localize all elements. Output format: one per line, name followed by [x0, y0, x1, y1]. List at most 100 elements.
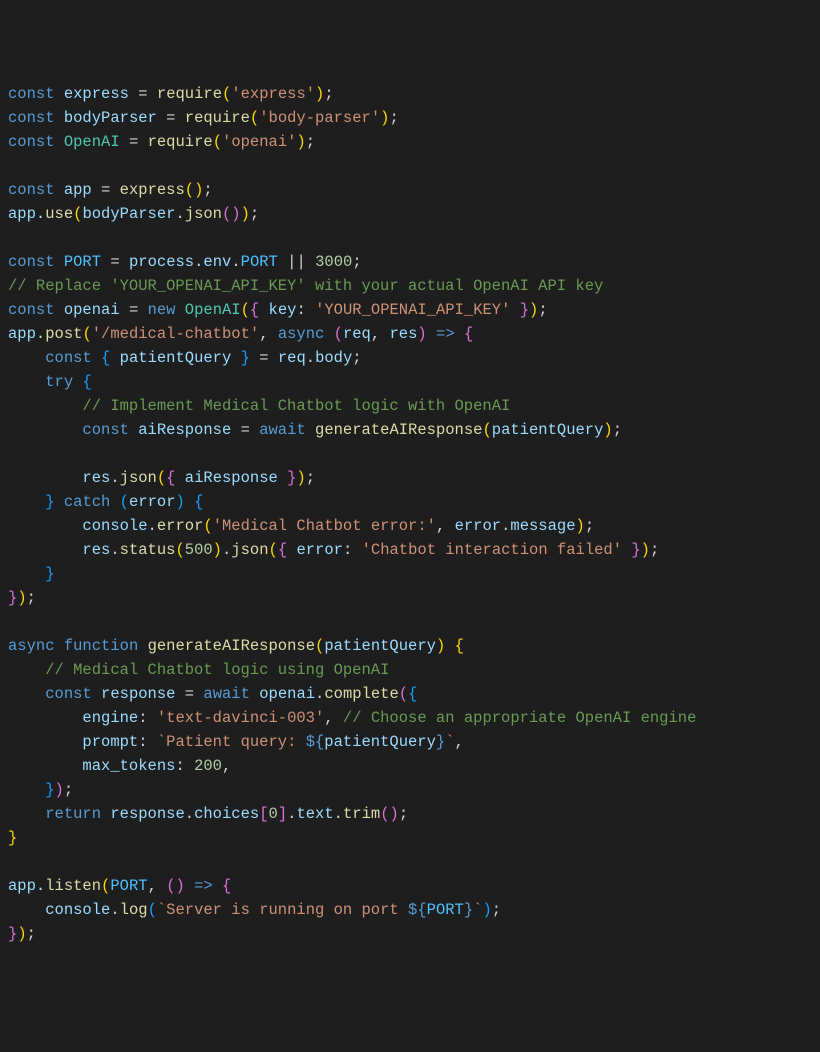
token-pun [55, 253, 64, 271]
token-pun [8, 709, 82, 727]
token-kw: => [194, 877, 213, 895]
token-pun [8, 685, 45, 703]
token-pun [138, 133, 147, 151]
code-line: const PORT = process.env.PORT || 3000; [8, 250, 812, 274]
token-kw: await [259, 421, 306, 439]
token-pun [148, 85, 157, 103]
token-brc: ( [185, 181, 194, 199]
token-var: patientQuery [492, 421, 604, 439]
token-brc: ) [296, 469, 305, 487]
token-op: = [129, 133, 138, 151]
token-str: 'YOUR_OPENAI_API_KEY' [315, 301, 510, 319]
token-fn: post [45, 325, 82, 343]
token-pun [148, 709, 157, 727]
token-var: bodyParser [64, 109, 157, 127]
token-pun: . [175, 205, 184, 223]
token-fn: error [157, 517, 204, 535]
token-pun: : [138, 709, 147, 727]
token-pun [445, 517, 454, 535]
token-pun: . [110, 901, 119, 919]
token-fn: use [45, 205, 73, 223]
token-pun: ; [538, 301, 547, 319]
code-line: try { [8, 370, 812, 394]
token-var: aiResponse [138, 421, 231, 439]
token-num: 500 [185, 541, 213, 559]
token-brc: ) [17, 589, 26, 607]
token-op: = [259, 349, 268, 367]
code-line: async function generateAIResponse(patien… [8, 634, 812, 658]
token-brc2: ) [231, 205, 240, 223]
token-pun [334, 709, 343, 727]
token-pun: ; [650, 541, 659, 559]
token-var: response [101, 685, 175, 703]
token-var: error [129, 493, 176, 511]
token-brc: ) [603, 421, 612, 439]
token-cmt: // Implement Medical Chatbot logic with … [82, 397, 510, 415]
token-kw: await [203, 685, 250, 703]
token-brc: ) [296, 133, 305, 151]
token-pun: : [343, 541, 352, 559]
token-kw: } [436, 733, 445, 751]
token-pun: . [110, 541, 119, 559]
token-pun [138, 301, 147, 319]
token-kw: try [45, 373, 73, 391]
token-pun: : [296, 301, 305, 319]
token-pun: ; [203, 181, 212, 199]
token-var: error [455, 517, 502, 535]
token-pun [8, 733, 82, 751]
code-line: const bodyParser = require('body-parser'… [8, 106, 812, 130]
token-brc: ) [436, 637, 445, 655]
code-line: const openai = new OpenAI({ key: 'YOUR_O… [8, 298, 812, 322]
token-pun [250, 421, 259, 439]
token-brc2: { [250, 301, 259, 319]
token-pun: , [259, 325, 268, 343]
token-brc: ( [213, 133, 222, 151]
token-pun [306, 421, 315, 439]
token-pun: ; [352, 253, 361, 271]
token-pun [306, 301, 315, 319]
code-line: // Implement Medical Chatbot logic with … [8, 394, 812, 418]
code-line [8, 850, 812, 874]
token-var: openai [259, 685, 315, 703]
token-pun [8, 397, 82, 415]
token-pun [55, 637, 64, 655]
token-pun: . [334, 805, 343, 823]
token-pun: ; [352, 349, 361, 367]
token-var: app [8, 205, 36, 223]
code-line: const OpenAI = require('openai'); [8, 130, 812, 154]
code-editor[interactable]: const express = require('express');const… [8, 82, 812, 946]
token-str: `Patient query: [157, 733, 306, 751]
token-brc3: { [101, 349, 110, 367]
code-line: } [8, 826, 812, 850]
token-pun [55, 181, 64, 199]
token-pun: ; [27, 589, 36, 607]
code-line: }); [8, 586, 812, 610]
token-brc3: ) [176, 493, 185, 511]
token-pun [445, 637, 454, 655]
token-str: ` [445, 733, 454, 751]
token-kw: ${ [408, 901, 427, 919]
token-var: prompt [82, 733, 138, 751]
token-pun: ; [492, 901, 501, 919]
token-pun [250, 685, 259, 703]
token-brc: ( [482, 421, 491, 439]
code-line: app.use(bodyParser.json()); [8, 202, 812, 226]
token-pun [129, 421, 138, 439]
token-brc2: ( [380, 805, 389, 823]
token-pun: . [185, 805, 194, 823]
token-var: req [278, 349, 306, 367]
token-brc3: { [194, 493, 203, 511]
token-var: response [110, 805, 184, 823]
token-brc: ) [241, 205, 250, 223]
token-str: 'body-parser' [259, 109, 380, 127]
token-fn: trim [343, 805, 380, 823]
token-pun: ; [64, 781, 73, 799]
token-fn: json [231, 541, 268, 559]
token-var: choices [194, 805, 259, 823]
token-pun [8, 349, 45, 367]
token-pun [622, 541, 631, 559]
token-kw: const [8, 133, 55, 151]
token-var: app [8, 325, 36, 343]
token-pun [324, 325, 333, 343]
token-fn: json [120, 469, 157, 487]
